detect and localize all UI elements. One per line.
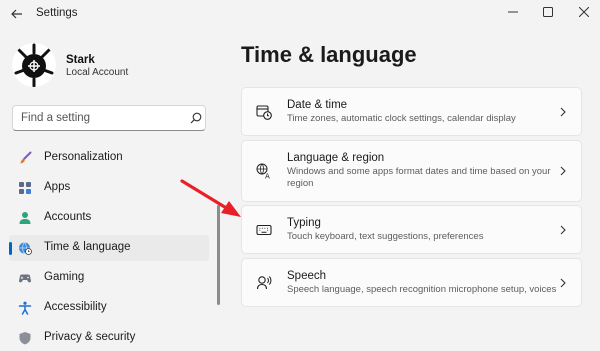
chevron-right-icon [560, 278, 566, 288]
svg-text:A: A [265, 173, 270, 180]
chevron-right-icon [560, 225, 566, 235]
close-button[interactable] [573, 3, 595, 21]
speech-icon [256, 276, 272, 290]
minimize-button[interactable] [502, 3, 524, 21]
card-title: Typing [287, 217, 321, 229]
maximize-button[interactable] [537, 3, 559, 21]
sidebar-item-personalization[interactable]: Personalization [9, 145, 209, 171]
search-icon[interactable] [190, 112, 202, 124]
avatar-image [12, 43, 56, 87]
language-icon: A [256, 163, 270, 180]
card-language-region[interactable]: A Language & region Windows and some app… [241, 140, 582, 202]
search-input[interactable] [13, 106, 191, 130]
keyboard-icon [256, 224, 272, 236]
card-title: Speech [287, 270, 327, 282]
brush-icon [20, 151, 32, 164]
window-title: Settings [36, 7, 78, 19]
title-bar: Settings [0, 0, 600, 28]
sidebar-item-apps[interactable]: Apps [9, 175, 209, 201]
card-date-time[interactable]: Date & time Time zones, automatic clock … [241, 87, 582, 136]
sidebar-item-label: Personalization [44, 151, 123, 163]
back-arrow-icon[interactable] [9, 6, 25, 22]
sidebar-item-label: Gaming [44, 271, 85, 283]
calendar-clock-icon [256, 105, 272, 120]
gamepad-icon [19, 274, 31, 283]
sidebar-item-time-language[interactable]: Time & language [9, 235, 209, 261]
selected-indicator [9, 242, 12, 255]
user-name: Stark [66, 54, 95, 66]
sidebar-item-privacy-security[interactable]: Privacy & security [9, 325, 209, 351]
search-box[interactable] [12, 105, 206, 131]
account-type: Local Account [66, 67, 129, 78]
apps-icon [19, 182, 31, 194]
card-description: Windows and some apps format dates and t… [287, 166, 551, 189]
accessibility-icon [18, 301, 32, 315]
card-speech[interactable]: Speech Speech language, speech recogniti… [241, 258, 582, 307]
chevron-right-icon [560, 166, 566, 176]
sidebar-item-label: Privacy & security [44, 331, 136, 343]
card-description: Time zones, automatic clock settings, ca… [287, 113, 516, 124]
close-icon [579, 7, 589, 17]
sidebar-item-gaming[interactable]: Gaming [9, 265, 209, 291]
card-description: Touch keyboard, text suggestions, prefer… [287, 231, 484, 242]
page-title: Time & language [241, 42, 417, 67]
avatar[interactable] [12, 43, 56, 87]
card-typing[interactable]: Typing Touch keyboard, text suggestions,… [241, 205, 582, 254]
sidebar-item-label: Time & language [44, 241, 131, 253]
sidebar-item-accessibility[interactable]: Accessibility [9, 295, 209, 321]
sidebar-item-label: Accessibility [44, 301, 107, 313]
card-description: Speech language, speech recognition micr… [287, 284, 557, 295]
globe-clock-icon [19, 242, 32, 255]
sidebar-item-label: Accounts [44, 211, 92, 223]
sidebar-item-accounts[interactable]: Accounts [9, 205, 209, 231]
sidebar-scrollbar[interactable] [217, 205, 220, 305]
person-icon [19, 212, 31, 224]
minimize-icon [508, 11, 518, 13]
maximize-icon [543, 7, 553, 17]
sidebar-item-label: Apps [44, 181, 71, 193]
chevron-right-icon [560, 107, 566, 117]
card-title: Date & time [287, 99, 348, 111]
card-title: Language & region [287, 152, 385, 164]
